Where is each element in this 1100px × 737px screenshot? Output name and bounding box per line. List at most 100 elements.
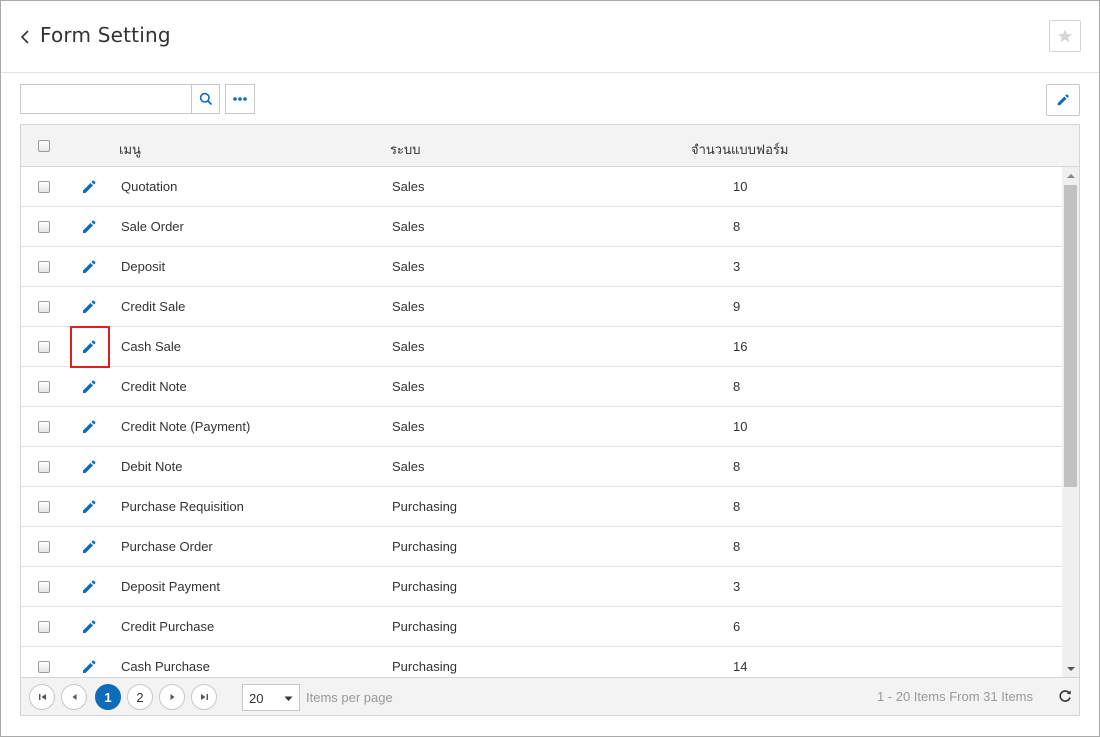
table-row[interactable]: Credit Note (Payment) Sales 10 bbox=[21, 407, 1062, 447]
form-count-cell: 8 bbox=[733, 459, 741, 474]
menu-cell: Credit Note (Payment) bbox=[121, 419, 251, 434]
search-box bbox=[20, 84, 220, 114]
table-row[interactable]: Deposit Payment Purchasing 3 bbox=[21, 567, 1062, 607]
table-row[interactable]: Cash Purchase Purchasing 14 bbox=[21, 647, 1062, 677]
row-checkbox[interactable] bbox=[38, 181, 50, 193]
row-edit-button[interactable] bbox=[81, 579, 97, 595]
scroll-down-arrow[interactable] bbox=[1062, 660, 1079, 677]
row-checkbox[interactable] bbox=[38, 341, 50, 353]
row-checkbox[interactable] bbox=[38, 301, 50, 313]
row-edit-button[interactable] bbox=[81, 619, 97, 635]
menu-cell: Cash Purchase bbox=[121, 659, 210, 674]
system-cell: Sales bbox=[392, 459, 425, 474]
table-row[interactable]: Cash Sale Sales 16 bbox=[21, 327, 1062, 367]
menu-cell: Cash Sale bbox=[121, 339, 181, 354]
table-row[interactable]: Credit Note Sales 8 bbox=[21, 367, 1062, 407]
page-button-2[interactable]: 2 bbox=[127, 684, 153, 710]
row-checkbox[interactable] bbox=[38, 661, 50, 673]
menu-cell: Credit Purchase bbox=[121, 619, 215, 634]
table-row[interactable]: Credit Purchase Purchasing 6 bbox=[21, 607, 1062, 647]
column-header-system[interactable]: ระบบ bbox=[390, 139, 420, 160]
row-edit-button[interactable] bbox=[81, 259, 97, 275]
row-edit-button[interactable] bbox=[81, 179, 97, 195]
pencil-icon bbox=[83, 460, 96, 473]
system-cell: Sales bbox=[392, 379, 425, 394]
form-count-cell: 3 bbox=[733, 579, 741, 594]
row-checkbox[interactable] bbox=[38, 461, 50, 473]
row-edit-button[interactable] bbox=[81, 459, 97, 475]
scroll-up-arrow[interactable] bbox=[1062, 167, 1079, 184]
table-row[interactable]: Credit Sale Sales 9 bbox=[21, 287, 1062, 327]
row-checkbox[interactable] bbox=[38, 621, 50, 633]
favorite-button[interactable] bbox=[1049, 20, 1081, 52]
table-row[interactable]: Quotation Sales 10 bbox=[21, 167, 1062, 207]
system-cell: Sales bbox=[392, 419, 425, 434]
pencil-icon bbox=[83, 260, 96, 273]
menu-cell: Sale Order bbox=[121, 219, 184, 234]
back-button[interactable] bbox=[17, 25, 35, 49]
system-cell: Purchasing bbox=[392, 619, 458, 634]
search-input[interactable] bbox=[21, 85, 191, 113]
caret-down-icon bbox=[284, 696, 293, 701]
row-checkbox[interactable] bbox=[38, 541, 50, 553]
next-page-button[interactable] bbox=[159, 684, 185, 710]
search-button[interactable] bbox=[191, 85, 219, 113]
page-button-1[interactable]: 1 bbox=[95, 684, 121, 710]
column-header-form-count[interactable]: จำนวนแบบฟอร์ม bbox=[691, 139, 788, 160]
menu-cell: Deposit bbox=[121, 259, 166, 274]
system-cell: Sales bbox=[392, 259, 425, 274]
row-edit-button[interactable] bbox=[81, 659, 97, 675]
vertical-scrollbar[interactable] bbox=[1062, 167, 1079, 677]
table-row[interactable]: Deposit Sales 3 bbox=[21, 247, 1062, 287]
page-size-select[interactable]: 20 bbox=[242, 684, 300, 711]
row-edit-button[interactable] bbox=[81, 539, 97, 555]
table-row[interactable]: Purchase Requisition Purchasing 8 bbox=[21, 487, 1062, 527]
last-page-button[interactable] bbox=[191, 684, 217, 710]
prev-page-button[interactable] bbox=[61, 684, 87, 710]
row-checkbox[interactable] bbox=[38, 221, 50, 233]
row-checkbox[interactable] bbox=[38, 581, 50, 593]
page-size-value: 20 bbox=[249, 691, 264, 706]
row-checkbox[interactable] bbox=[38, 421, 50, 433]
star-icon bbox=[1058, 29, 1072, 43]
ellipsis-icon bbox=[233, 97, 247, 101]
pencil-icon bbox=[83, 300, 96, 313]
page-title: Form Setting bbox=[40, 23, 171, 47]
row-checkbox[interactable] bbox=[38, 501, 50, 513]
form-count-cell: 6 bbox=[733, 619, 741, 634]
more-options-button[interactable] bbox=[225, 84, 255, 114]
grid-header: เมนู ระบบ จำนวนแบบฟอร์ม bbox=[21, 125, 1079, 167]
column-header-menu[interactable]: เมนู bbox=[119, 139, 141, 160]
edit-button[interactable] bbox=[1046, 84, 1080, 116]
table-row[interactable]: Sale Order Sales 8 bbox=[21, 207, 1062, 247]
caret-down-icon bbox=[1066, 666, 1075, 671]
row-edit-button[interactable] bbox=[81, 339, 97, 355]
grid-body: Quotation Sales 10 Sale Order Sales 8 Deposit S… bbox=[21, 167, 1062, 677]
pencil-icon bbox=[83, 660, 96, 673]
pencil-icon bbox=[83, 620, 96, 633]
system-cell: Purchasing bbox=[392, 659, 458, 674]
refresh-button[interactable] bbox=[1057, 688, 1073, 704]
menu-cell: Purchase Order bbox=[121, 539, 213, 554]
row-edit-button[interactable] bbox=[81, 219, 97, 235]
row-edit-button[interactable] bbox=[81, 499, 97, 515]
row-checkbox[interactable] bbox=[38, 261, 50, 273]
scroll-thumb[interactable] bbox=[1064, 185, 1077, 487]
menu-cell: Purchase Requisition bbox=[121, 499, 244, 514]
pencil-icon bbox=[83, 500, 96, 513]
pager-info: 1 - 20 Items From 31 Items bbox=[876, 689, 1033, 704]
table-row[interactable]: Purchase Order Purchasing 8 bbox=[21, 527, 1062, 567]
menu-cell: Debit Note bbox=[121, 459, 183, 474]
first-page-button[interactable] bbox=[29, 684, 55, 710]
row-edit-button[interactable] bbox=[81, 419, 97, 435]
row-checkbox[interactable] bbox=[38, 381, 50, 393]
select-all-checkbox[interactable] bbox=[38, 140, 50, 152]
caret-up-icon bbox=[1066, 173, 1075, 178]
form-count-cell: 16 bbox=[733, 339, 748, 354]
row-edit-button[interactable] bbox=[81, 299, 97, 315]
table-row[interactable]: Debit Note Sales 8 bbox=[21, 447, 1062, 487]
row-edit-button[interactable] bbox=[81, 379, 97, 395]
menu-cell: Credit Sale bbox=[121, 299, 186, 314]
pencil-icon bbox=[83, 580, 96, 593]
system-cell: Purchasing bbox=[392, 499, 458, 514]
